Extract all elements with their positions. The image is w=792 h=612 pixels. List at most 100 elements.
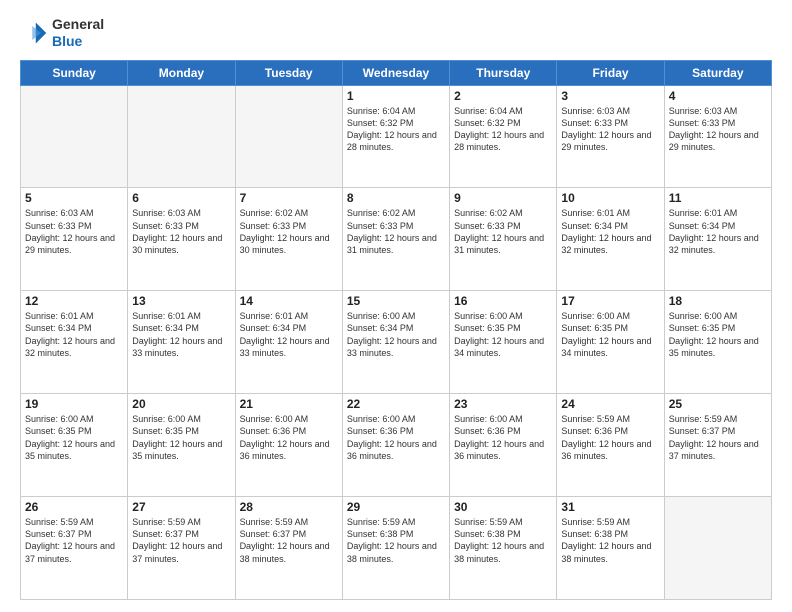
calendar-week-row: 19Sunrise: 6:00 AMSunset: 6:35 PMDayligh…: [21, 394, 772, 497]
day-number: 12: [25, 294, 123, 308]
day-number: 2: [454, 89, 552, 103]
calendar-day-cell: [21, 85, 128, 188]
weekday-header: Saturday: [664, 60, 771, 85]
day-number: 28: [240, 500, 338, 514]
day-number: 8: [347, 191, 445, 205]
calendar-day-cell: 6Sunrise: 6:03 AMSunset: 6:33 PMDaylight…: [128, 188, 235, 291]
day-number: 18: [669, 294, 767, 308]
calendar-day-cell: 28 Sunrise: 5:59 AMSunset: 6:37 PMDayligh…: [235, 497, 342, 600]
day-number: 21: [240, 397, 338, 411]
day-info: Sunrise: 5:59 AMSunset: 6:38 PMDaylight:…: [454, 516, 552, 565]
calendar-day-cell: 12 Sunrise: 6:01 AMSunset: 6:34 PMDayligh…: [21, 291, 128, 394]
day-info: Sunrise: 6:00 AMSunset: 6:36 PMDaylight:…: [240, 413, 338, 462]
calendar-day-cell: 14 Sunrise: 6:01 AMSunset: 6:34 PMDayligh…: [235, 291, 342, 394]
day-number: 31: [561, 500, 659, 514]
calendar-day-cell: 8 Sunrise: 6:02 AMSunset: 6:33 PMDaylight…: [342, 188, 449, 291]
day-number: 17: [561, 294, 659, 308]
day-number: 27: [132, 500, 230, 514]
calendar-day-cell: 9 Sunrise: 6:02 AMSunset: 6:33 PMDaylight…: [450, 188, 557, 291]
calendar-day-cell: 1 Sunrise: 6:04 AMSunset: 6:32 PMDaylight…: [342, 85, 449, 188]
calendar-day-cell: 4Sunrise: 6:03 AMSunset: 6:33 PMDaylight…: [664, 85, 771, 188]
day-number: 9: [454, 191, 552, 205]
weekday-header: Friday: [557, 60, 664, 85]
weekday-header: Tuesday: [235, 60, 342, 85]
calendar-header-row: SundayMondayTuesdayWednesdayThursdayFrid…: [21, 60, 772, 85]
day-number: 25: [669, 397, 767, 411]
day-info: Sunrise: 6:01 AMSunset: 6:34 PMDaylight:…: [561, 207, 659, 256]
calendar-day-cell: 18 Sunrise: 6:00 AMSunset: 6:35 PMDayligh…: [664, 291, 771, 394]
calendar-week-row: 1 Sunrise: 6:04 AMSunset: 6:32 PMDaylight…: [21, 85, 772, 188]
calendar-day-cell: 17Sunrise: 6:00 AMSunset: 6:35 PMDayligh…: [557, 291, 664, 394]
day-number: 30: [454, 500, 552, 514]
calendar-day-cell: 13Sunrise: 6:01 AMSunset: 6:34 PMDayligh…: [128, 291, 235, 394]
calendar-day-cell: 15 Sunrise: 6:00 AMSunset: 6:34 PMDayligh…: [342, 291, 449, 394]
calendar-day-cell: 7 Sunrise: 6:02 AMSunset: 6:33 PMDaylight…: [235, 188, 342, 291]
day-info: Sunrise: 6:04 AMSunset: 6:32 PMDaylight:…: [347, 105, 445, 154]
calendar-day-cell: 20Sunrise: 6:00 AMSunset: 6:35 PMDayligh…: [128, 394, 235, 497]
calendar-day-cell: 22Sunrise: 6:00 AMSunset: 6:36 PMDayligh…: [342, 394, 449, 497]
calendar-day-cell: 10 Sunrise: 6:01 AMSunset: 6:34 PMDayligh…: [557, 188, 664, 291]
day-info: Sunrise: 6:00 AMSunset: 6:35 PMDaylight:…: [132, 413, 230, 462]
calendar-day-cell: 19Sunrise: 6:00 AMSunset: 6:35 PMDayligh…: [21, 394, 128, 497]
calendar-day-cell: 25Sunrise: 5:59 AMSunset: 6:37 PMDayligh…: [664, 394, 771, 497]
day-info: Sunrise: 6:03 AMSunset: 6:33 PMDaylight:…: [25, 207, 123, 256]
calendar-day-cell: 31 Sunrise: 5:59 AMSunset: 6:38 PMDayligh…: [557, 497, 664, 600]
day-number: 7: [240, 191, 338, 205]
day-info: Sunrise: 5:59 AMSunset: 6:36 PMDaylight:…: [561, 413, 659, 462]
day-number: 13: [132, 294, 230, 308]
day-info: Sunrise: 6:01 AMSunset: 6:34 PMDaylight:…: [25, 310, 123, 359]
weekday-header: Thursday: [450, 60, 557, 85]
calendar-day-cell: 24Sunrise: 5:59 AMSunset: 6:36 PMDayligh…: [557, 394, 664, 497]
day-info: Sunrise: 6:00 AMSunset: 6:36 PMDaylight:…: [347, 413, 445, 462]
logo-icon: [20, 19, 48, 47]
day-number: 10: [561, 191, 659, 205]
calendar-day-cell: [235, 85, 342, 188]
day-number: 26: [25, 500, 123, 514]
calendar-day-cell: 26 Sunrise: 5:59 AMSunset: 6:37 PMDayligh…: [21, 497, 128, 600]
calendar-day-cell: 5 Sunrise: 6:03 AMSunset: 6:33 PMDaylight…: [21, 188, 128, 291]
day-info: Sunrise: 6:00 AMSunset: 6:35 PMDaylight:…: [454, 310, 552, 359]
day-number: 14: [240, 294, 338, 308]
day-number: 5: [25, 191, 123, 205]
day-info: Sunrise: 5:59 AMSunset: 6:38 PMDaylight:…: [561, 516, 659, 565]
calendar-page: General Blue SundayMondayTuesdayWednesda…: [0, 0, 792, 612]
day-number: 23: [454, 397, 552, 411]
logo: General Blue: [20, 16, 104, 50]
calendar-day-cell: 2Sunrise: 6:04 AMSunset: 6:32 PMDaylight…: [450, 85, 557, 188]
day-number: 15: [347, 294, 445, 308]
day-info: Sunrise: 6:01 AMSunset: 6:34 PMDaylight:…: [669, 207, 767, 256]
day-info: Sunrise: 6:02 AMSunset: 6:33 PMDaylight:…: [454, 207, 552, 256]
day-info: Sunrise: 6:03 AMSunset: 6:33 PMDaylight:…: [561, 105, 659, 154]
day-number: 1: [347, 89, 445, 103]
day-number: 16: [454, 294, 552, 308]
day-info: Sunrise: 5:59 AMSunset: 6:37 PMDaylight:…: [132, 516, 230, 565]
day-info: Sunrise: 6:02 AMSunset: 6:33 PMDaylight:…: [240, 207, 338, 256]
calendar-day-cell: 29 Sunrise: 5:59 AMSunset: 6:38 PMDayligh…: [342, 497, 449, 600]
day-info: Sunrise: 5:59 AMSunset: 6:37 PMDaylight:…: [240, 516, 338, 565]
day-info: Sunrise: 5:59 AMSunset: 6:37 PMDaylight:…: [25, 516, 123, 565]
day-info: Sunrise: 6:00 AMSunset: 6:36 PMDaylight:…: [454, 413, 552, 462]
calendar-day-cell: 23 Sunrise: 6:00 AMSunset: 6:36 PMDayligh…: [450, 394, 557, 497]
day-info: Sunrise: 6:00 AMSunset: 6:34 PMDaylight:…: [347, 310, 445, 359]
weekday-header: Monday: [128, 60, 235, 85]
day-info: Sunrise: 5:59 AMSunset: 6:38 PMDaylight:…: [347, 516, 445, 565]
calendar-day-cell: 21 Sunrise: 6:00 AMSunset: 6:36 PMDayligh…: [235, 394, 342, 497]
header: General Blue: [20, 16, 772, 50]
calendar-day-cell: 27 Sunrise: 5:59 AMSunset: 6:37 PMDayligh…: [128, 497, 235, 600]
calendar-day-cell: 11 Sunrise: 6:01 AMSunset: 6:34 PMDayligh…: [664, 188, 771, 291]
day-number: 11: [669, 191, 767, 205]
calendar-day-cell: 30 Sunrise: 5:59 AMSunset: 6:38 PMDayligh…: [450, 497, 557, 600]
calendar-day-cell: [128, 85, 235, 188]
day-number: 6: [132, 191, 230, 205]
day-info: Sunrise: 6:02 AMSunset: 6:33 PMDaylight:…: [347, 207, 445, 256]
day-info: Sunrise: 6:00 AMSunset: 6:35 PMDaylight:…: [669, 310, 767, 359]
calendar-week-row: 26 Sunrise: 5:59 AMSunset: 6:37 PMDayligh…: [21, 497, 772, 600]
day-info: Sunrise: 6:00 AMSunset: 6:35 PMDaylight:…: [25, 413, 123, 462]
calendar-day-cell: [664, 497, 771, 600]
weekday-header: Wednesday: [342, 60, 449, 85]
calendar-day-cell: 16 Sunrise: 6:00 AMSunset: 6:35 PMDayligh…: [450, 291, 557, 394]
logo-text: General Blue: [52, 16, 104, 50]
day-info: Sunrise: 6:01 AMSunset: 6:34 PMDaylight:…: [240, 310, 338, 359]
calendar-table: SundayMondayTuesdayWednesdayThursdayFrid…: [20, 60, 772, 600]
day-number: 29: [347, 500, 445, 514]
